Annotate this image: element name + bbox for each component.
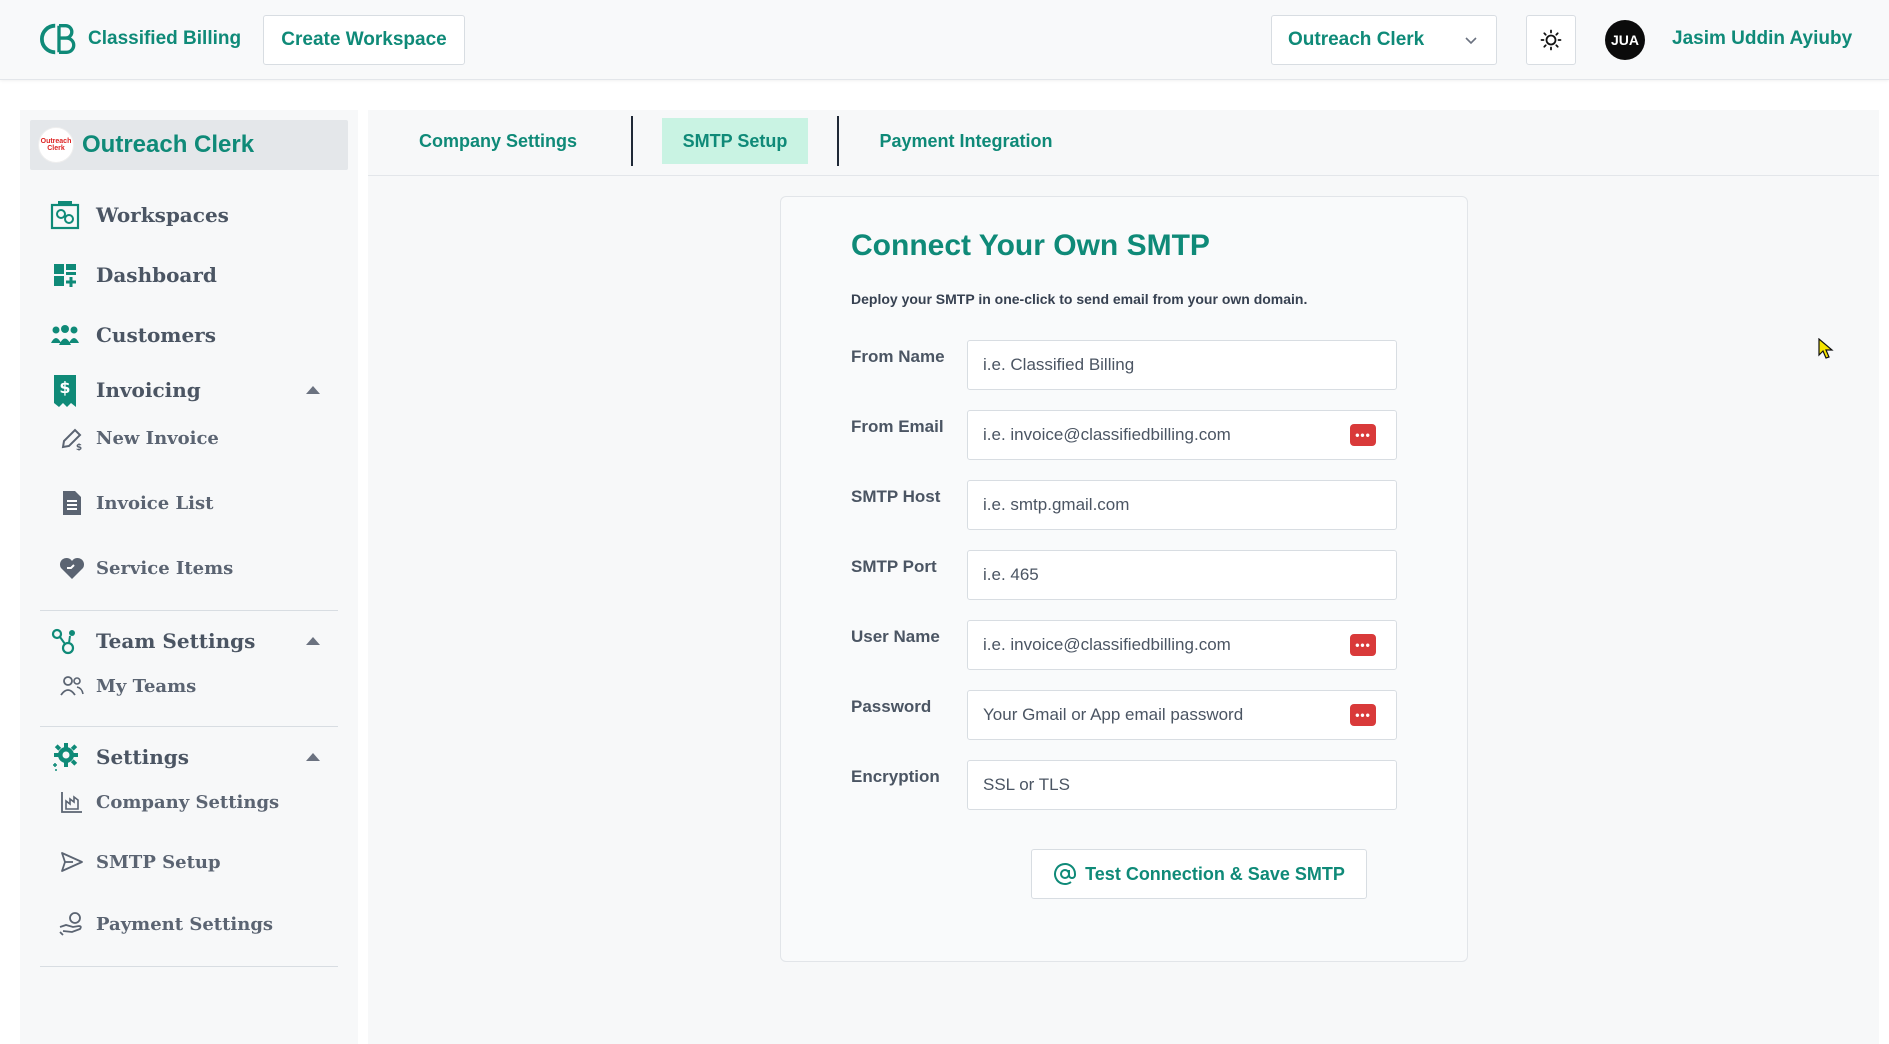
password-label: Password: [851, 697, 932, 716]
sidebar-item-invoice-list[interactable]: Invoice List: [58, 489, 213, 517]
settings-tabs: Company Settings SMTP Setup Payment Inte…: [368, 110, 1879, 176]
encryption-label: Encryption: [851, 767, 940, 786]
sidebar-item-label: Invoice List: [96, 492, 214, 514]
sidebar: Outreach Clerk Outreach Clerk Workspaces…: [20, 110, 358, 1044]
sidebar-divider: [40, 726, 338, 727]
sidebar-item-team-settings[interactable]: Team Settings: [48, 624, 255, 658]
form-title: Connect Your Own SMTP: [851, 229, 1210, 262]
main-content: Company Settings SMTP Setup Payment Inte…: [368, 110, 1879, 1044]
sidebar-divider: [40, 610, 338, 611]
sidebar-item-company-settings[interactable]: Company Settings: [58, 788, 279, 816]
tab-company-settings[interactable]: Company Settings: [398, 118, 598, 164]
sidebar-item-label: Workspaces: [96, 203, 229, 227]
heart-hand-icon: [58, 554, 86, 582]
user-name-placeholder: i.e. invoice@classifiedbilling.com: [983, 635, 1231, 654]
create-workspace-button[interactable]: Create Workspace: [263, 15, 465, 65]
smtp-port-label: SMTP Port: [851, 557, 937, 576]
hand-coin-icon: [58, 910, 86, 938]
sidebar-item-label: My Teams: [96, 675, 197, 697]
workspace-select[interactable]: Outreach Clerk: [1271, 15, 1497, 65]
encryption-input[interactable]: SSL or TLS: [967, 760, 1397, 810]
users-icon: [58, 672, 86, 700]
tab-smtp-setup[interactable]: SMTP Setup: [662, 118, 808, 164]
password-input[interactable]: Your Gmail or App email password •••: [967, 690, 1397, 740]
document-list-icon: [58, 489, 86, 517]
invoice-dollar-icon: $: [48, 373, 82, 407]
chevron-down-icon: [1465, 37, 1477, 45]
sidebar-item-label: Customers: [96, 323, 216, 347]
settings-collapse-icon[interactable]: [306, 753, 320, 761]
user-name[interactable]: Jasim Uddin Ayiuby: [1672, 28, 1852, 50]
password-manager-icon[interactable]: •••: [1350, 424, 1376, 446]
sidebar-item-label: Company Settings: [96, 791, 280, 813]
from-name-input[interactable]: i.e. Classified Billing: [967, 340, 1397, 390]
workspaces-icon: [48, 198, 82, 232]
gear-icon: [48, 740, 82, 774]
sidebar-item-label: Payment Settings: [96, 913, 274, 935]
team-settings-collapse-icon[interactable]: [306, 637, 320, 645]
smtp-form-card: Connect Your Own SMTP Deploy your SMTP i…: [780, 196, 1468, 962]
tab-separator: [631, 116, 633, 166]
workspace-select-value: Outreach Clerk: [1288, 29, 1425, 50]
sidebar-item-service-items[interactable]: Service Items: [58, 554, 233, 582]
from-email-input[interactable]: i.e. invoice@classifiedbilling.com •••: [967, 410, 1397, 460]
smtp-host-input[interactable]: i.e. smtp.gmail.com: [967, 480, 1397, 530]
sidebar-item-settings[interactable]: Settings: [48, 740, 189, 774]
sidebar-item-label: Service Items: [96, 557, 234, 579]
tab-payment-integration[interactable]: Payment Integration: [866, 118, 1066, 164]
pen-dollar-icon: $: [58, 424, 86, 452]
invoicing-collapse-icon[interactable]: [306, 386, 320, 394]
mouse-cursor-icon: [1818, 338, 1834, 359]
brand[interactable]: Classified Billing: [40, 20, 241, 58]
brand-logo-icon: [40, 23, 76, 55]
customers-icon: [48, 318, 82, 352]
sidebar-item-workspaces[interactable]: Workspaces: [48, 198, 229, 232]
from-name-label: From Name: [851, 347, 945, 366]
user-name-input[interactable]: i.e. invoice@classifiedbilling.com •••: [967, 620, 1397, 670]
smtp-host-label: SMTP Host: [851, 487, 941, 506]
brand-name: Classified Billing: [88, 28, 242, 49]
factory-chart-icon: [58, 788, 86, 816]
avatar[interactable]: JUA: [1605, 20, 1645, 60]
form-subtitle: Deploy your SMTP in one-click to send em…: [851, 291, 1308, 307]
sidebar-item-label: Team Settings: [96, 629, 256, 653]
smtp-port-input[interactable]: i.e. 465: [967, 550, 1397, 600]
save-button-label: Test Connection & Save SMTP: [1085, 863, 1345, 884]
tab-separator: [837, 116, 839, 166]
sidebar-divider: [40, 966, 338, 967]
from-email-label: From Email: [851, 417, 944, 436]
sidebar-item-customers[interactable]: Customers: [48, 318, 216, 352]
sidebar-org-header[interactable]: Outreach Clerk Outreach Clerk: [30, 120, 348, 170]
sidebar-item-label: SMTP Setup: [96, 851, 221, 873]
top-header: Classified Billing Create Workspace Outr…: [0, 0, 1889, 80]
sidebar-item-new-invoice[interactable]: $ New Invoice: [58, 424, 219, 452]
sidebar-item-label: Dashboard: [96, 263, 217, 287]
sun-icon: [1540, 29, 1562, 51]
sidebar-item-label: Invoicing: [96, 378, 201, 402]
user-name-label: User Name: [851, 627, 940, 646]
theme-toggle-button[interactable]: [1526, 15, 1576, 65]
sidebar-item-dashboard[interactable]: Dashboard: [48, 258, 217, 292]
from-email-placeholder: i.e. invoice@classifiedbilling.com: [983, 425, 1231, 444]
password-manager-icon[interactable]: •••: [1350, 704, 1376, 726]
sidebar-item-label: Settings: [96, 745, 190, 769]
sidebar-item-label: New Invoice: [96, 427, 219, 449]
sidebar-item-smtp-setup[interactable]: SMTP Setup: [58, 848, 221, 876]
send-icon: [58, 848, 86, 876]
sidebar-item-my-teams[interactable]: My Teams: [58, 672, 196, 700]
sidebar-item-invoicing[interactable]: $ Invoicing: [48, 373, 201, 407]
dashboard-icon: [48, 258, 82, 292]
org-logo: Outreach Clerk: [38, 127, 74, 163]
at-sign-icon: [1054, 863, 1077, 885]
test-connection-save-button[interactable]: Test Connection & Save SMTP: [1031, 849, 1367, 899]
sidebar-item-payment-settings[interactable]: Payment Settings: [58, 910, 273, 938]
svg-text:$: $: [76, 443, 82, 451]
org-name: Outreach Clerk: [82, 131, 255, 158]
team-network-icon: [48, 624, 82, 658]
password-manager-icon[interactable]: •••: [1350, 634, 1376, 656]
svg-text:$: $: [59, 378, 70, 397]
password-placeholder: Your Gmail or App email password: [983, 705, 1244, 724]
